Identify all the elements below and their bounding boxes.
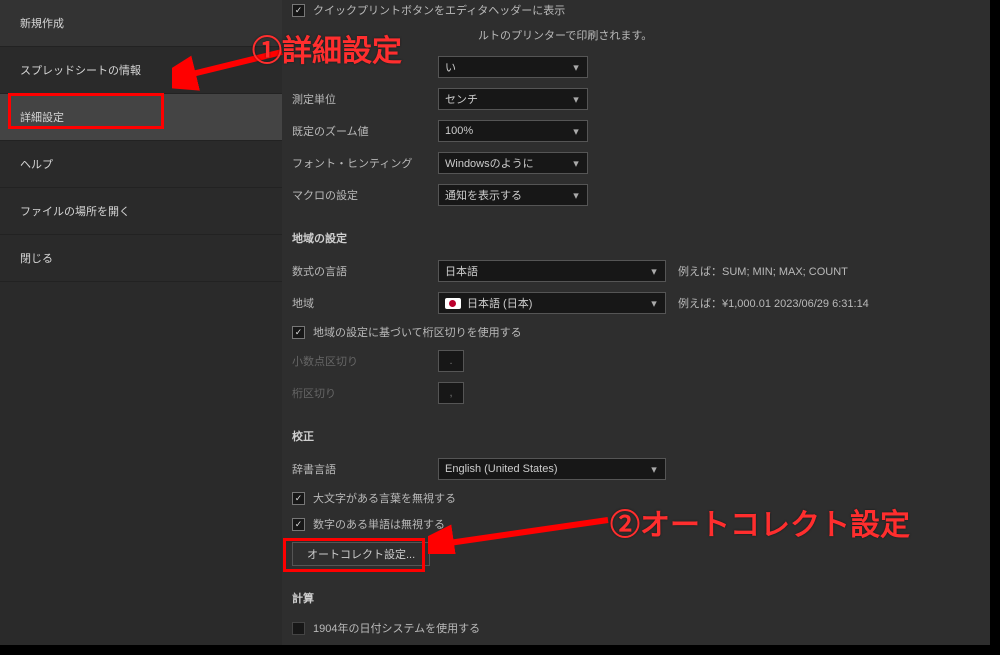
locale-dropdown[interactable]: 日本語 (日本) ▾ xyxy=(438,292,666,314)
partial-dropdown-value: い xyxy=(445,59,456,75)
section-title-proofing: 校正 xyxy=(292,428,990,444)
dropdown-value: 日本語 xyxy=(445,263,478,279)
dropdown-value: 100% xyxy=(445,125,473,137)
sidebar-item-label: ヘルプ xyxy=(20,156,53,172)
dropdown-value: English (United States) xyxy=(445,463,558,475)
printer-hint-text: ルトのプリンターで印刷されます。 xyxy=(478,27,652,43)
button-label: オートコレクト設定... xyxy=(307,546,415,562)
partial-dropdown[interactable]: い ▾ xyxy=(438,56,588,78)
sidebar-item-close[interactable]: 閉じる xyxy=(0,235,282,282)
use-1904-label: 1904年の日付システムを使用する xyxy=(313,620,480,636)
ignore-digits-checkbox[interactable]: ✓ xyxy=(292,518,305,531)
dropdown-value: 日本語 (日本) xyxy=(467,295,532,311)
chevron-down-icon: ▾ xyxy=(649,297,659,310)
zoom-dropdown[interactable]: 100% ▾ xyxy=(438,120,588,142)
formula-lang-hint: 例えば：SUM; MIN; MAX; COUNT xyxy=(678,263,848,279)
textbox-value: . xyxy=(449,355,452,367)
quickprint-label: クイックプリントボタンをエディタヘッダーに表示 xyxy=(313,2,565,18)
quickprint-checkbox[interactable]: ✓ xyxy=(292,4,305,17)
meas-unit-dropdown[interactable]: センチ ▾ xyxy=(438,88,588,110)
chevron-down-icon: ▾ xyxy=(571,125,581,138)
decimal-sep-input: . xyxy=(438,350,464,372)
chevron-down-icon: ▾ xyxy=(649,463,659,476)
sidebar-item-advanced[interactable]: 詳細設定 xyxy=(0,94,282,141)
formula-lang-dropdown[interactable]: 日本語 ▾ xyxy=(438,260,666,282)
dropdown-value: Windowsのように xyxy=(445,155,534,171)
font-hint-label: フォント・ヒンティング xyxy=(292,155,438,171)
zoom-label: 既定のズーム値 xyxy=(292,123,438,139)
formula-lang-label: 数式の言語 xyxy=(292,263,438,279)
sidebar-item-new[interactable]: 新規作成 xyxy=(0,0,282,47)
locale-hint: 例えば：¥1,000.01 2023/06/29 6:31:14 xyxy=(678,295,869,311)
section-title-region: 地域の設定 xyxy=(292,230,990,246)
chevron-down-icon: ▾ xyxy=(571,189,581,202)
chevron-down-icon: ▾ xyxy=(571,157,581,170)
use-1904-checkbox[interactable] xyxy=(292,622,305,635)
ignore-uppercase-label: 大文字がある言葉を無視する xyxy=(313,490,456,506)
sidebar-item-label: 詳細設定 xyxy=(20,109,64,125)
sidebar-item-open-location[interactable]: ファイルの場所を開く xyxy=(0,188,282,235)
dict-lang-label: 辞書言語 xyxy=(292,461,438,477)
sidebar-item-label: 閉じる xyxy=(20,250,53,266)
sidebar-item-label: ファイルの場所を開く xyxy=(20,203,130,219)
bottom-border xyxy=(0,645,1000,655)
use-region-separator-label: 地域の設定に基づいて桁区切りを使用する xyxy=(313,324,522,340)
sidebar-item-info[interactable]: スプレッドシートの情報 xyxy=(0,47,282,94)
dropdown-value: 通知を表示する xyxy=(445,187,522,203)
group-sep-label: 桁区切り xyxy=(292,385,438,401)
use-region-separator-checkbox[interactable]: ✓ xyxy=(292,326,305,339)
macro-label: マクロの設定 xyxy=(292,187,438,203)
advanced-settings-pane: ✓ クイックプリントボタンをエディタヘッダーに表示 ルトのプリンターで印刷されま… xyxy=(282,0,1000,655)
chevron-down-icon: ▾ xyxy=(571,61,581,74)
ignore-uppercase-checkbox[interactable]: ✓ xyxy=(292,492,305,505)
japan-flag-icon xyxy=(445,298,461,309)
group-sep-input: , xyxy=(438,382,464,404)
dropdown-value: センチ xyxy=(445,91,478,107)
chevron-down-icon: ▾ xyxy=(571,93,581,106)
sidebar-item-label: 新規作成 xyxy=(20,15,64,31)
meas-unit-label: 測定単位 xyxy=(292,91,438,107)
file-menu-sidebar: 新規作成 スプレッドシートの情報 詳細設定 ヘルプ ファイルの場所を開く 閉じる xyxy=(0,0,282,655)
right-border xyxy=(990,0,1000,655)
decimal-sep-label: 小数点区切り xyxy=(292,353,438,369)
sidebar-item-help[interactable]: ヘルプ xyxy=(0,141,282,188)
font-hint-dropdown[interactable]: Windowsのように ▾ xyxy=(438,152,588,174)
textbox-value: , xyxy=(449,387,452,399)
autocorrect-settings-button[interactable]: オートコレクト設定... xyxy=(292,542,430,566)
section-title-calc: 計算 xyxy=(292,590,990,606)
chevron-down-icon: ▾ xyxy=(649,265,659,278)
locale-label: 地域 xyxy=(292,295,438,311)
dict-lang-dropdown[interactable]: English (United States) ▾ xyxy=(438,458,666,480)
sidebar-item-label: スプレッドシートの情報 xyxy=(20,62,141,78)
ignore-digits-label: 数字のある単語は無視する xyxy=(313,516,445,532)
macro-dropdown[interactable]: 通知を表示する ▾ xyxy=(438,184,588,206)
